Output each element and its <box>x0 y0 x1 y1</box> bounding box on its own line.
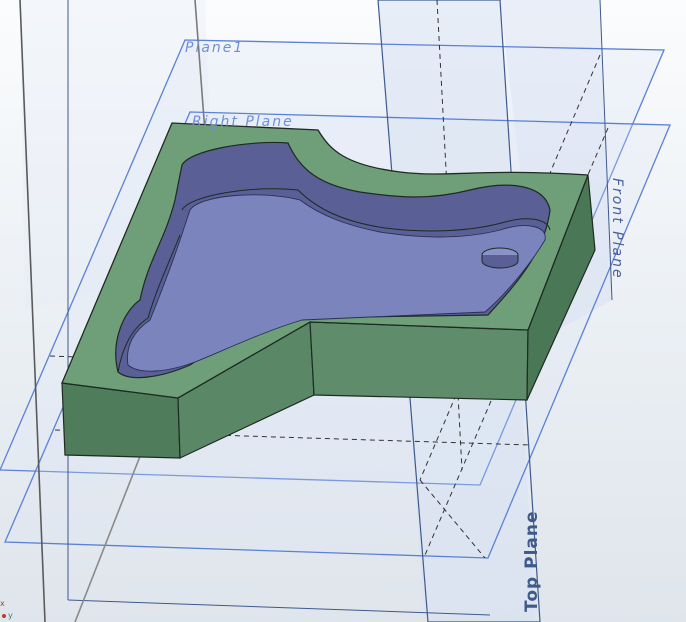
top-plane-label[interactable]: Top Plane <box>522 511 542 613</box>
triad-y-label: y <box>8 611 13 620</box>
triad-x-label: x <box>0 599 5 608</box>
right-plane-label[interactable]: Right Plane <box>192 114 294 130</box>
model-view[interactable]: Plane1 Right Plane Front Plane Top Plane… <box>0 0 686 622</box>
pocket-boss-side <box>481 255 519 269</box>
front-plane-label[interactable]: Front Plane <box>609 178 625 280</box>
part-front-right-wall[interactable] <box>309 321 529 401</box>
graphics-viewport[interactable]: Plane1 Right Plane Front Plane Top Plane… <box>0 0 686 622</box>
plane1-label[interactable]: Plane1 <box>185 40 244 56</box>
triad-origin-icon <box>2 614 6 618</box>
reference-triad: x y <box>0 599 13 620</box>
